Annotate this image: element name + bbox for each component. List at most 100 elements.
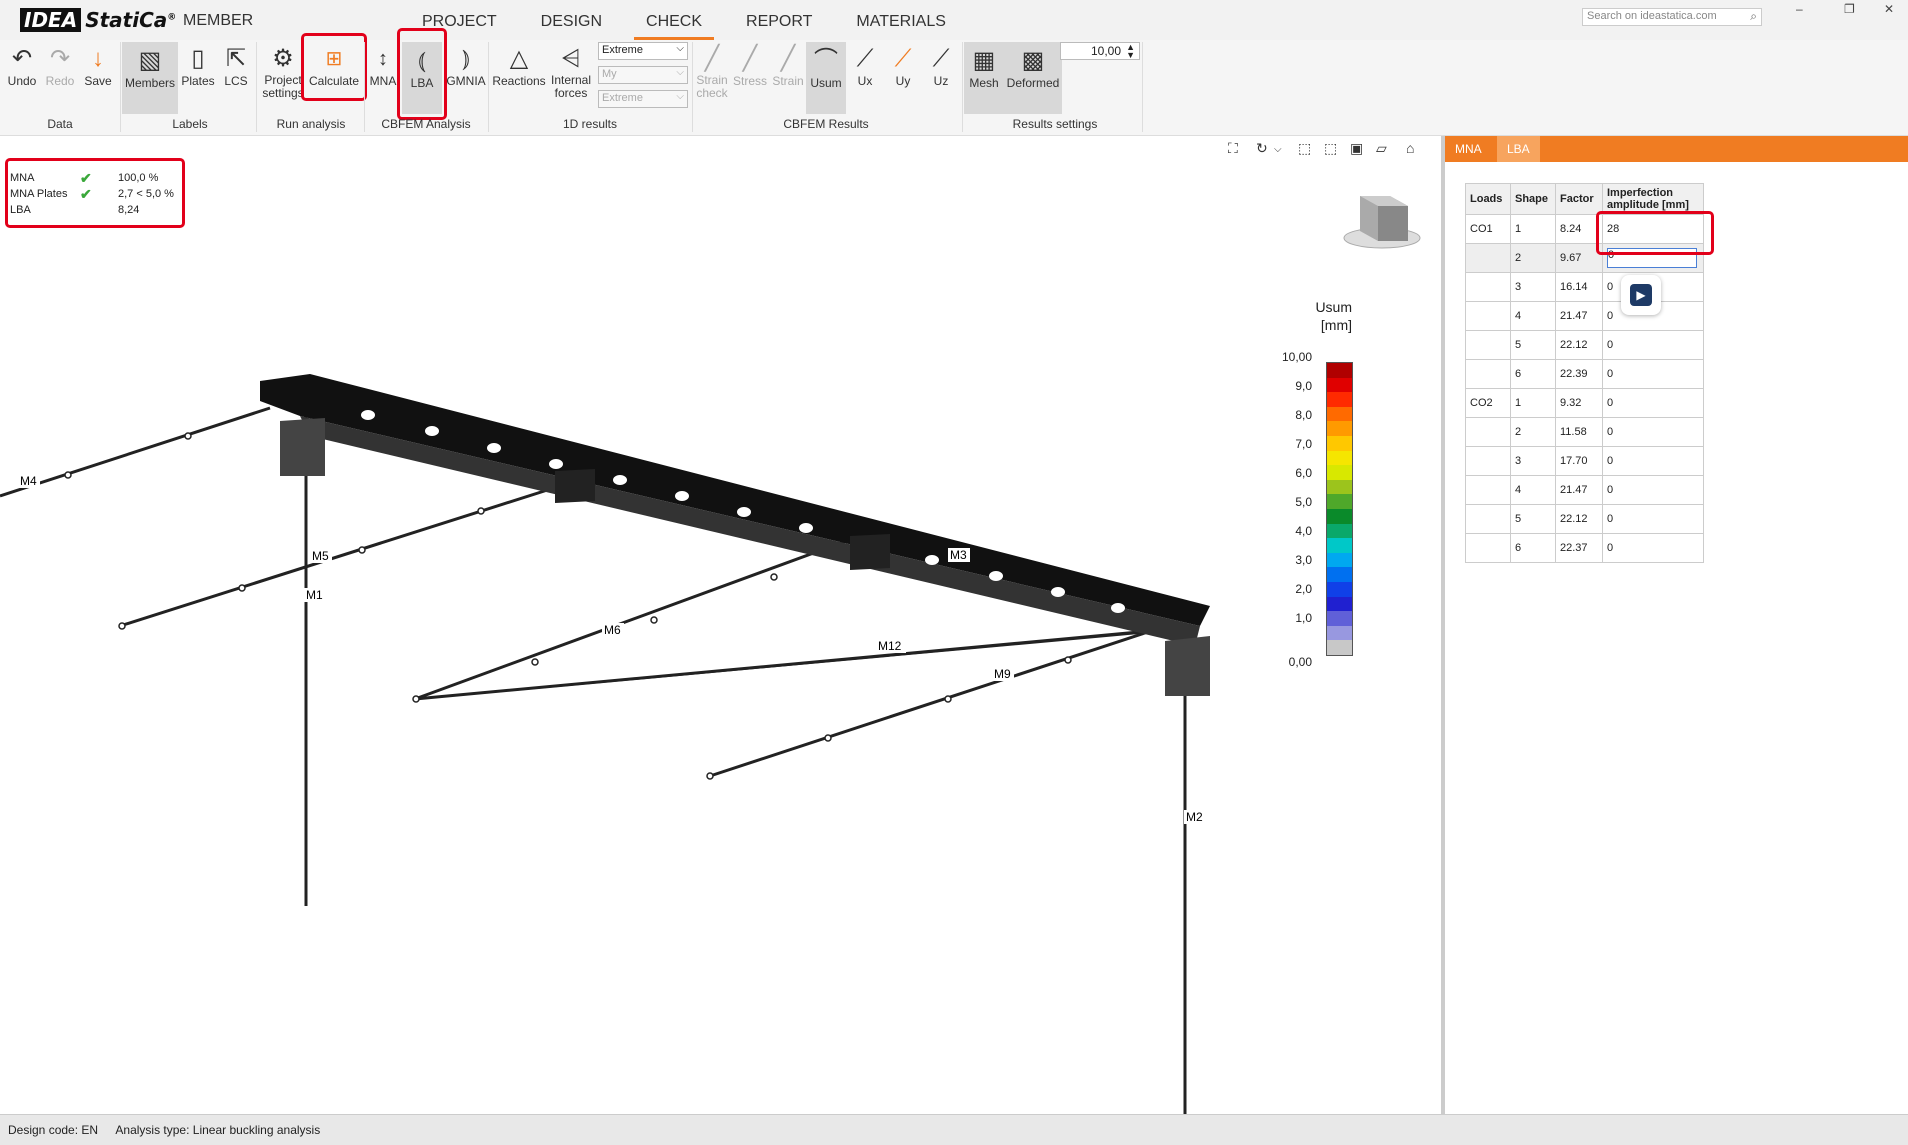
table-row[interactable]: 6 22.37 0 <box>1465 533 1704 563</box>
imperfection-amplitude-cell[interactable]: 0 <box>1602 388 1704 418</box>
chevron-down-icon[interactable]: ⌵ <box>1274 144 1282 155</box>
view-top-icon[interactable]: ▱ <box>1376 140 1387 157</box>
imperfection-amplitude-cell[interactable]: 0 <box>1602 417 1704 447</box>
table-row[interactable]: CO2 1 9.32 0 <box>1465 388 1704 418</box>
table-cell: 2 <box>1510 417 1556 447</box>
result-extreme-dropdown-2[interactable]: Extreme ⌵ <box>598 90 688 108</box>
table-cell: 22.37 <box>1555 533 1603 563</box>
legend-color-swatch <box>1327 523 1352 539</box>
view-front-icon[interactable]: ⬚ <box>1298 140 1311 157</box>
member-label-m5[interactable]: M5 <box>312 549 329 563</box>
minimize-icon[interactable]: – <box>1796 2 1803 16</box>
view-iso-icon[interactable]: ▣ <box>1350 140 1363 157</box>
member-label-m9[interactable]: M9 <box>994 667 1011 681</box>
legend-color-swatch <box>1327 465 1352 480</box>
legend-color-scale <box>1326 362 1353 656</box>
mna-icon: ↕ <box>378 48 388 70</box>
legend-color-swatch <box>1327 552 1352 568</box>
members-button[interactable]: ▧ Members <box>122 42 178 114</box>
mna-button[interactable]: ↕ MNA <box>368 44 398 88</box>
result-extreme-dropdown[interactable]: Extreme ⌵ <box>598 42 688 60</box>
member-label-m12[interactable]: M12 <box>878 639 902 653</box>
beam-m6 <box>414 534 861 701</box>
table-row[interactable]: 3 16.14 0 <box>1465 272 1704 302</box>
close-icon[interactable]: ✕ <box>1884 2 1894 16</box>
internal-forces-button[interactable]: ⩤ Internal forces <box>548 44 594 100</box>
member-label-m2[interactable]: M2 <box>1186 810 1203 824</box>
undo-icon: ↶ <box>11 45 33 72</box>
table-row[interactable]: 5 22.12 0 <box>1465 330 1704 360</box>
tab-design[interactable]: DESIGN <box>519 13 624 38</box>
legend-color-swatch <box>1327 611 1352 626</box>
lcs-button[interactable]: ⇱ LCS <box>218 44 254 88</box>
table-row[interactable]: 2 11.58 0 <box>1465 417 1704 447</box>
table-cell: CO1 <box>1465 214 1511 244</box>
home-view-icon[interactable]: ⌂ <box>1406 140 1414 156</box>
results-panel: MNA LBA Loads Shape Factor Imperfection … <box>1445 136 1908 1114</box>
tab-mna[interactable]: MNA <box>1445 136 1492 162</box>
search-input[interactable]: Search on ideastatica.com ⌕ <box>1582 8 1762 26</box>
legend-color-swatch <box>1327 625 1352 641</box>
uz-icon: ⟋ <box>932 45 950 72</box>
save-button[interactable]: ↓ Save <box>80 44 116 88</box>
assistant-button[interactable]: ▶ <box>1621 275 1661 315</box>
legend-color-swatch <box>1327 435 1352 451</box>
usum-button[interactable]: ⌒ Usum <box>806 42 846 114</box>
tab-materials[interactable]: MATERIALS <box>834 13 968 38</box>
table-cell: 22.39 <box>1555 359 1603 389</box>
restore-icon[interactable]: ❐ <box>1844 2 1855 16</box>
table-cell: 3 <box>1510 272 1556 302</box>
mesh-button[interactable]: ▦ Mesh <box>964 42 1004 114</box>
table-cell: 16.14 <box>1555 272 1603 302</box>
divider <box>120 42 121 132</box>
plates-button[interactable]: ▯ Plates <box>180 44 216 88</box>
search-icon[interactable]: ⌕ <box>1750 9 1757 24</box>
reactions-button[interactable]: △ Reactions <box>492 44 546 88</box>
force-component-dropdown[interactable]: My ⌵ <box>598 66 688 84</box>
rotate-view-icon[interactable]: ↻ <box>1256 140 1268 157</box>
uy-button[interactable]: ⟋ Uy <box>886 44 920 88</box>
tab-check[interactable]: CHECK <box>624 13 724 40</box>
member-label-m4[interactable]: M4 <box>20 474 37 488</box>
tab-report[interactable]: REPORT <box>724 13 834 38</box>
structure-model[interactable]: M4 M5 M1 M6 M12 M3 M9 M2 <box>0 136 1440 1114</box>
table-row[interactable]: 5 22.12 0 <box>1465 504 1704 534</box>
deformed-button[interactable]: ▩ Deformed <box>1004 42 1062 114</box>
tab-lba[interactable]: LBA <box>1497 136 1540 162</box>
imperfection-amplitude-cell[interactable]: 0 <box>1602 359 1704 389</box>
view-side-icon[interactable]: ⬚ <box>1324 140 1337 157</box>
app-logo: IDEA StatiCa® <box>20 8 176 32</box>
imperfection-amplitude-cell[interactable]: 0 <box>1602 504 1704 534</box>
divider <box>1142 42 1143 132</box>
member-label-m6[interactable]: M6 <box>604 623 621 637</box>
strain-button[interactable]: ╱ Strain <box>770 44 806 88</box>
members-icon: ▧ <box>138 47 162 74</box>
uz-button[interactable]: ⟋ Uz <box>924 44 958 88</box>
table-row[interactable]: 4 21.47 0 <box>1465 301 1704 331</box>
table-row[interactable]: 6 22.39 0 <box>1465 359 1704 389</box>
strain-check-button[interactable]: ╱ Strain check <box>694 44 730 100</box>
imperfection-amplitude-cell[interactable]: 0 <box>1602 446 1704 476</box>
table-row[interactable]: 4 21.47 0 <box>1465 475 1704 505</box>
deformation-scale-input[interactable]: 10,00 ▲ ▼ <box>1060 42 1140 60</box>
lba-highlight <box>397 28 447 120</box>
ux-button[interactable]: ⟋ Ux <box>848 44 882 88</box>
redo-button[interactable]: ↷ Redo <box>42 44 78 88</box>
table-row[interactable]: 3 17.70 0 <box>1465 446 1704 476</box>
imperfection-amplitude-cell[interactable]: 0 <box>1602 533 1704 563</box>
table-cell <box>1465 475 1511 505</box>
fit-view-icon[interactable]: ⛶ <box>1228 140 1238 157</box>
member-label-m3[interactable]: M3 <box>950 548 967 562</box>
spinner-icon[interactable]: ▲ ▼ <box>1126 43 1135 60</box>
undo-button[interactable]: ↶ Undo <box>4 44 40 88</box>
group-results-settings-label: Results settings <box>1012 117 1098 131</box>
stress-button[interactable]: ╱ Stress <box>732 44 768 88</box>
legend-color-swatch <box>1327 567 1352 582</box>
gmnia-button[interactable]: ⦆ GMNIA <box>446 44 486 88</box>
project-settings-button[interactable]: ⚙ Project settings <box>260 44 306 100</box>
imperfection-amplitude-cell[interactable]: 0 <box>1602 475 1704 505</box>
member-label-m1[interactable]: M1 <box>306 588 323 602</box>
table-cell <box>1465 330 1511 360</box>
view-cube[interactable] <box>1343 196 1421 249</box>
imperfection-amplitude-cell[interactable]: 0 <box>1602 330 1704 360</box>
